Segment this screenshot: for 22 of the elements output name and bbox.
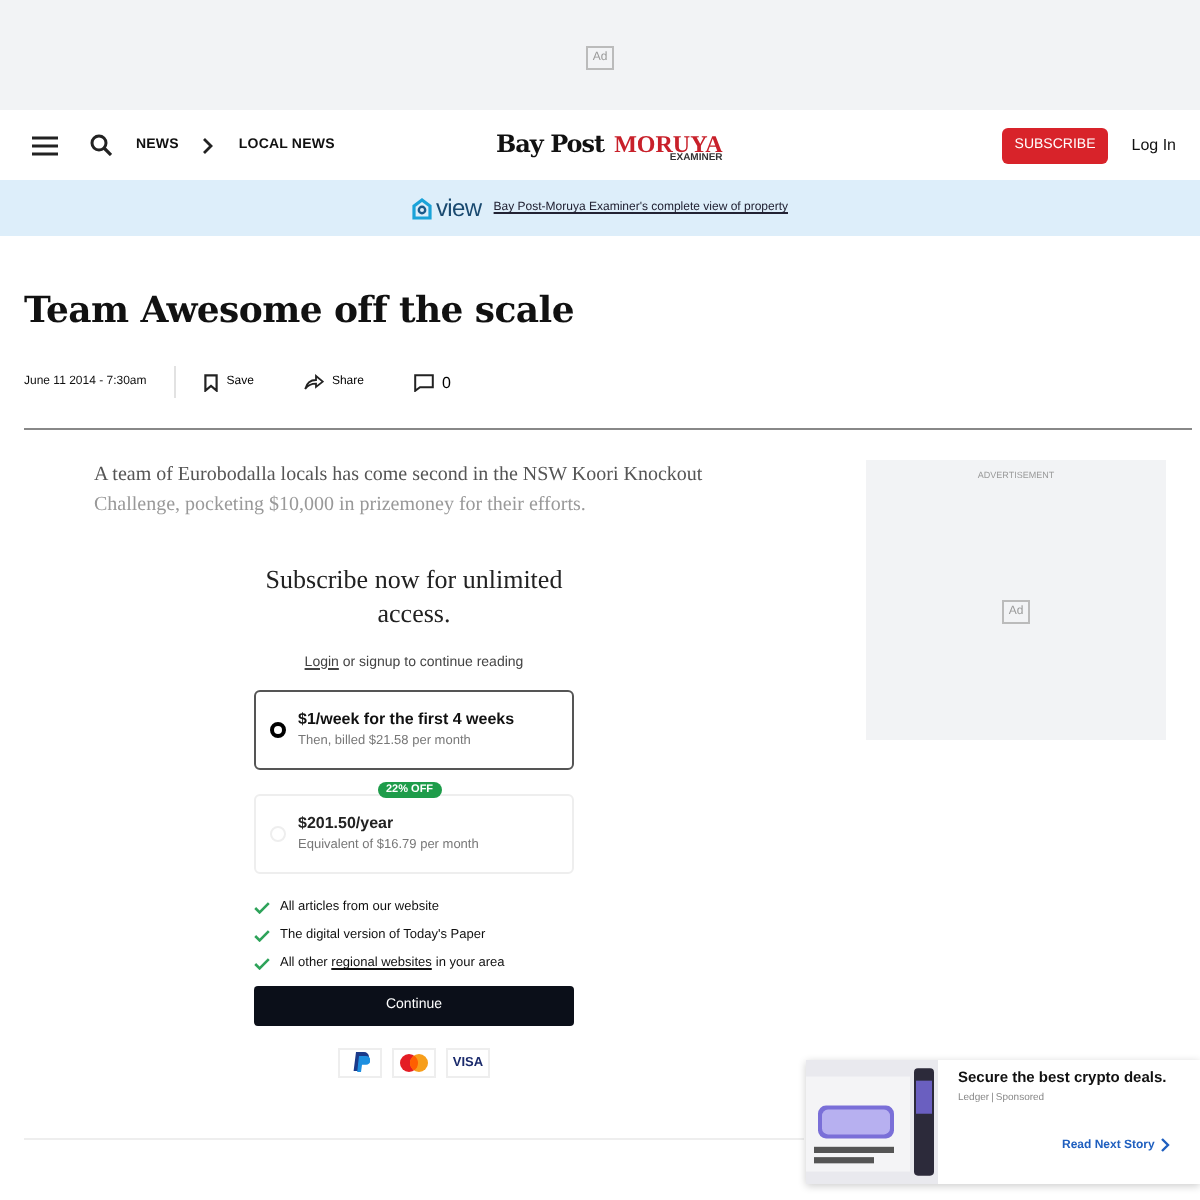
logo-text: Bay Post: [496, 130, 605, 158]
search-icon[interactable]: [90, 134, 112, 156]
mastercard-icon: [400, 1053, 428, 1072]
plan-price: $1/week for the first 4 weeks: [298, 710, 515, 729]
comments-button[interactable]: 0: [413, 373, 451, 391]
paywall-heading: Subscribe now for unlimited access.: [263, 564, 565, 632]
share-arrow-icon: [303, 374, 324, 390]
article-lead: A team of Eurobodalla locals has come second in the NSW Koori Knockout: [94, 464, 705, 486]
comment-icon: [413, 373, 434, 391]
article-lead: Challenge, pocketing $10,000 in prizemoney for their efforts.: [94, 494, 588, 516]
radio-button[interactable]: [270, 721, 286, 738]
article-title: Team Awesome off the scale: [24, 290, 576, 332]
plan-price: $201.50/year: [298, 814, 396, 833]
chevron-icon: [202, 137, 215, 153]
view-logo-text: view: [435, 194, 482, 222]
menu-icon[interactable]: [32, 135, 58, 155]
paypal-icon: [351, 1052, 369, 1073]
logo-text: MORUYA: [614, 132, 723, 156]
login-link[interactable]: Log In: [1131, 136, 1176, 154]
house-search-icon: [411, 197, 432, 219]
bookmark-icon: [204, 373, 219, 391]
chevron-icon: [1160, 1138, 1171, 1152]
